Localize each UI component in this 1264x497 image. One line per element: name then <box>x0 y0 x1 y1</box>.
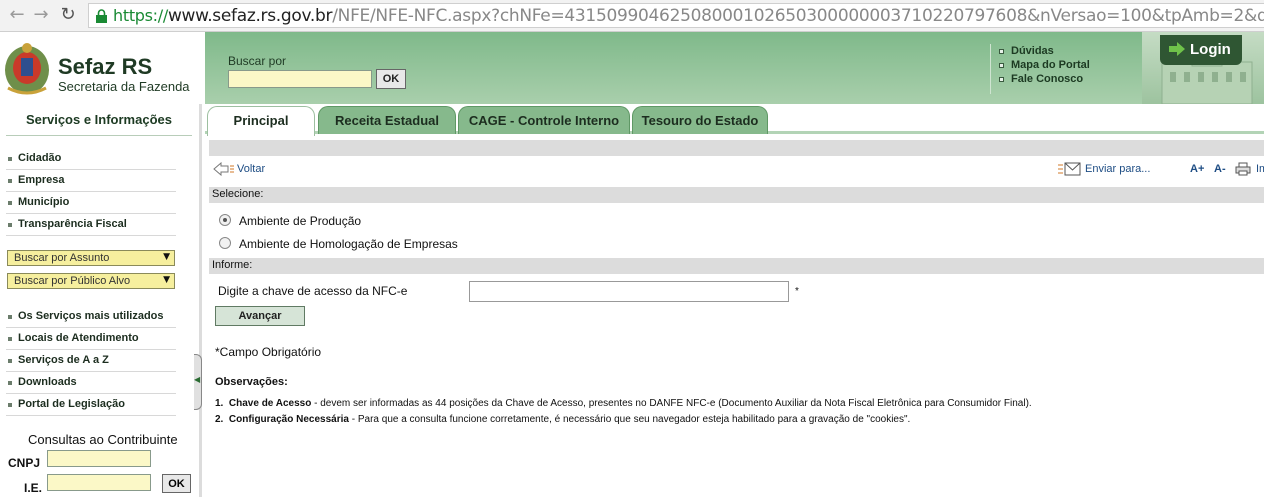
content-toolbar: Voltar Enviar para... A+ A- Im <box>209 158 1264 180</box>
bullet-icon <box>8 403 12 407</box>
tab-bar: Principal Receita Estadual CAGE - Contro… <box>205 104 1264 136</box>
divider-strip <box>209 140 1264 156</box>
advance-button[interactable]: Avançar <box>215 306 305 326</box>
sidebar-item-locais-atendimento[interactable]: Locais de Atendimento <box>6 330 176 350</box>
bullet-icon <box>8 381 12 385</box>
arrow-right-icon <box>1169 42 1185 56</box>
bullet-icon <box>8 359 12 363</box>
left-sidebar: Serviços e Informações Cidadão Empresa M… <box>0 104 202 497</box>
brand-title: Sefaz RS <box>58 54 153 79</box>
logo-area[interactable]: Sefaz RS Secretaria da Fazenda <box>0 32 205 104</box>
required-mark: * <box>795 286 799 297</box>
key-label: Digite a chave de acesso da NFC-e <box>218 284 408 298</box>
sidebar-item-empresa[interactable]: Empresa <box>6 172 176 192</box>
access-key-input[interactable] <box>469 281 789 302</box>
sidebar-item-servicos-a-z[interactable]: Serviços de A a Z <box>6 352 176 372</box>
url-text: https://www.sefaz.rs.gov.br/NFE/NFE-NFC.… <box>113 6 1264 26</box>
dropdown-arrow-icon: ▼ <box>163 252 170 262</box>
bullet-icon <box>8 157 12 161</box>
observation-item: 2. Configuração Necessária - Para que a … <box>215 414 911 425</box>
link-mapa-portal[interactable]: Mapa do Portal <box>1011 59 1090 71</box>
address-bar[interactable]: https://www.sefaz.rs.gov.br/NFE/NFE-NFC.… <box>88 3 1264 28</box>
bullet-icon <box>8 337 12 341</box>
brand-subtitle: Secretaria da Fazenda <box>58 79 190 94</box>
link-fale-conosco[interactable]: Fale Conosco <box>1011 73 1083 85</box>
observations-title: Observações: <box>215 376 288 388</box>
search-input[interactable] <box>228 70 372 88</box>
back-icon[interactable] <box>213 162 235 176</box>
bullet-icon <box>999 77 1004 82</box>
sidebar-item-transparencia[interactable]: Transparência Fiscal <box>6 216 176 236</box>
cnpj-label: CNPJ <box>8 456 41 470</box>
lock-icon <box>96 9 107 23</box>
sidebar-item-cidadao[interactable]: Cidadão <box>6 150 176 170</box>
bullet-icon <box>999 49 1004 54</box>
dropdown-arrow-icon: ▼ <box>163 275 170 285</box>
cnpj-input[interactable] <box>47 450 151 467</box>
required-note: *Campo Obrigatório <box>215 345 322 359</box>
login-button[interactable]: Login <box>1160 35 1242 65</box>
ie-input[interactable] <box>47 474 151 491</box>
font-decrease-button[interactable]: A- <box>1214 163 1226 175</box>
tab-tesouro[interactable]: Tesouro do Estado <box>632 106 768 134</box>
consulta-ok-button[interactable]: OK <box>162 474 191 493</box>
bullet-icon <box>8 315 12 319</box>
bullet-icon <box>8 223 12 227</box>
select-publico-alvo[interactable]: Buscar por Público Alvo ▼ <box>7 273 175 289</box>
section-selecione: Selecione: <box>209 187 1264 203</box>
sidebar-item-servicos-utilizados[interactable]: Os Serviços mais utilizados <box>6 308 176 328</box>
ie-label: I.E. <box>24 481 43 495</box>
header-links: Dúvidas Mapa do Portal Fale Conosco <box>990 44 1150 94</box>
back-link[interactable]: Voltar <box>237 163 265 175</box>
browser-toolbar: ← → ↻ https://www.sefaz.rs.gov.br/NFE/NF… <box>0 0 1264 32</box>
search-label: Buscar por <box>228 54 287 68</box>
sidebar-title: Serviços e Informações <box>6 110 192 136</box>
site-header: Sefaz RS Secretaria da Fazenda Buscar po… <box>0 32 1264 105</box>
print-link[interactable]: Im <box>1256 163 1264 175</box>
sidebar-item-legislacao[interactable]: Portal de Legislação <box>6 396 176 416</box>
font-increase-button[interactable]: A+ <box>1190 163 1204 175</box>
radio-button-checked[interactable] <box>219 214 231 226</box>
reload-icon[interactable]: ↻ <box>57 4 79 26</box>
radio-button[interactable] <box>219 237 231 249</box>
back-arrow-icon[interactable]: ← <box>6 4 28 26</box>
observation-item: 1. Chave de Acesso - devem ser informada… <box>215 398 1032 409</box>
sidebar-collapse-handle[interactable]: ◀ <box>194 354 202 410</box>
print-icon[interactable] <box>1235 162 1251 176</box>
forward-arrow-icon[interactable]: → <box>30 4 52 26</box>
coat-of-arms-icon <box>5 43 49 95</box>
select-assunto[interactable]: Buscar por Assunto ▼ <box>7 250 175 266</box>
bullet-icon <box>999 63 1004 68</box>
link-duvidas[interactable]: Dúvidas <box>1011 45 1054 57</box>
sidebar-item-downloads[interactable]: Downloads <box>6 374 176 394</box>
send-link[interactable]: Enviar para... <box>1085 163 1150 175</box>
search-ok-button[interactable]: OK <box>376 69 406 89</box>
mail-icon[interactable] <box>1057 162 1081 176</box>
tab-receita-estadual[interactable]: Receita Estadual <box>318 106 456 134</box>
bullet-icon <box>8 179 12 183</box>
tab-cage[interactable]: CAGE - Controle Interno <box>458 106 630 134</box>
bullet-icon <box>8 201 12 205</box>
chevron-left-icon: ◀ <box>194 375 201 384</box>
login-label: Login <box>1190 41 1231 58</box>
consultas-title: Consultas ao Contribuinte <box>28 432 178 447</box>
main-content: Voltar Enviar para... A+ A- Im Selecione… <box>205 134 1264 497</box>
sidebar-item-municipio[interactable]: Município <box>6 194 176 214</box>
tab-principal[interactable]: Principal <box>207 106 315 136</box>
section-informe: Informe: <box>209 258 1264 274</box>
